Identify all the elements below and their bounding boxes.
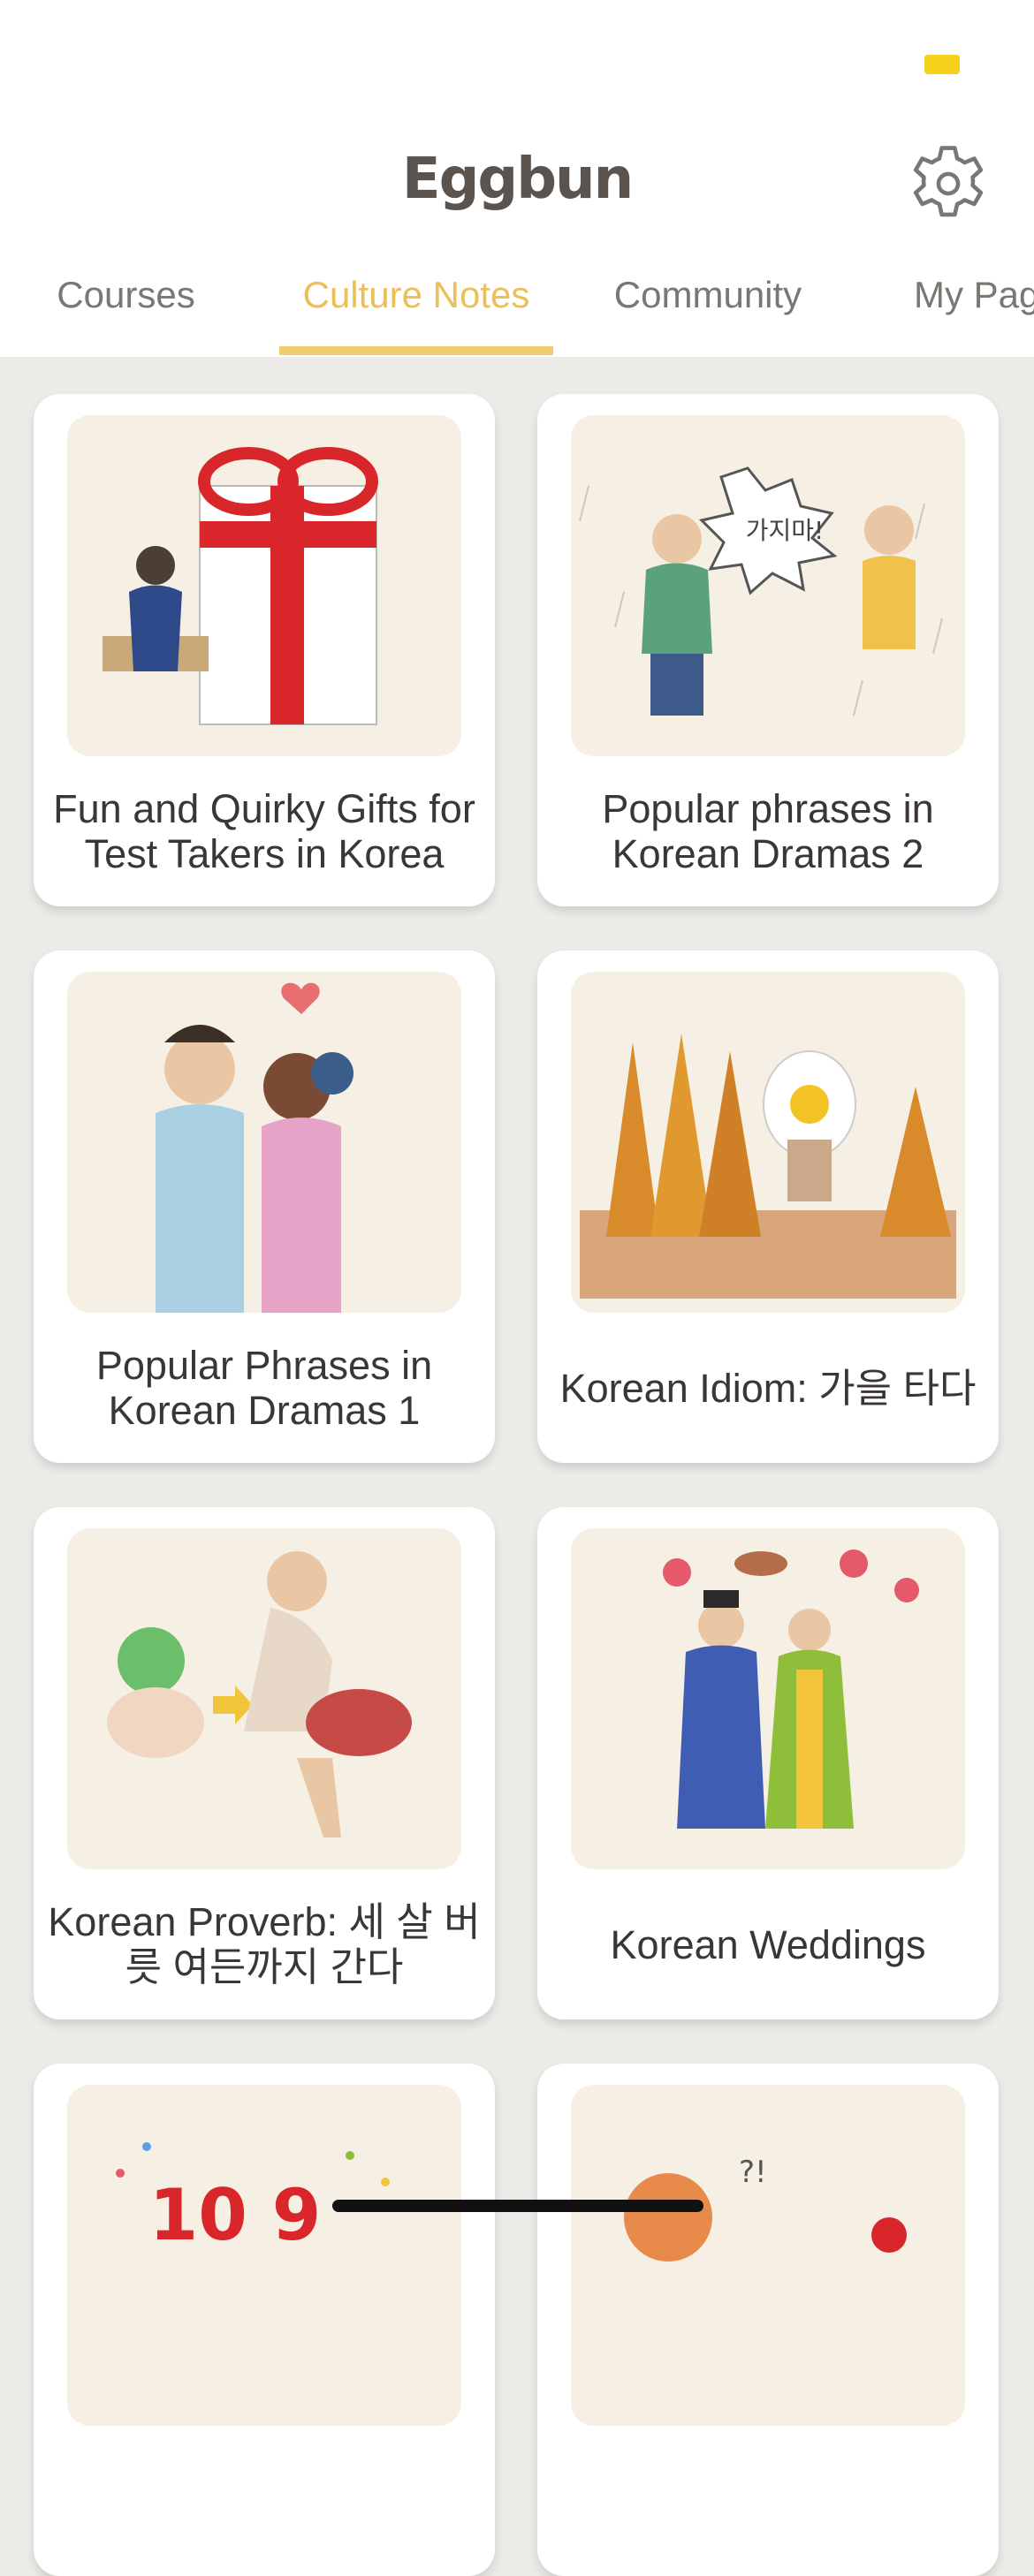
card-title: Popular Phrases in Korean Dramas 1 <box>95 1343 433 1433</box>
rain-scene-illustration: 가지마! <box>571 415 965 756</box>
culture-note-card[interactable]: 10 9 <box>34 2064 495 2576</box>
status-indicator <box>924 55 960 74</box>
tab-bar: Courses Culture Notes Community My Pag <box>0 265 1034 357</box>
settings-button[interactable] <box>906 141 991 226</box>
couple-hug-illustration <box>67 972 461 1313</box>
countdown-text: 10 9 <box>149 2174 322 2256</box>
culture-note-card[interactable]: Popular Phrases in Korean Dramas 1 <box>34 951 495 1463</box>
card-title: Korean Weddings <box>610 1921 926 1967</box>
tab-my-page[interactable]: My Pag <box>884 265 1034 357</box>
tab-culture-notes[interactable]: Culture Notes <box>279 265 553 357</box>
culture-note-card[interactable]: 가지마! Popular phrases in Korean Dramas 2 <box>537 394 999 906</box>
tab-courses[interactable]: Courses <box>35 265 217 357</box>
autumn-trees-illustration <box>571 972 965 1313</box>
card-title <box>546 2435 990 2567</box>
surprise-text: ?! <box>739 2155 767 2190</box>
card-title: Popular phrases in Korean Dramas 2 <box>602 786 934 876</box>
culture-note-card[interactable]: ?! <box>537 2064 999 2576</box>
culture-note-card[interactable]: Korean Proverb: 세 살 버릇 여든까지 간다 <box>34 1507 495 2019</box>
culture-note-card[interactable]: Korean Idiom: 가을 타다 <box>537 951 999 1463</box>
home-indicator[interactable] <box>332 2200 703 2212</box>
traditional-wedding-illustration <box>571 1528 965 1869</box>
gift-box-illustration <box>67 415 461 756</box>
culture-note-card[interactable]: Fun and Quirky Gifts for Test Takers in … <box>34 394 495 906</box>
card-title: Korean Proverb: 세 살 버릇 여든까지 간다 <box>48 1899 481 1989</box>
baby-and-old-man-illustration <box>67 1528 461 1869</box>
card-title: Fun and Quirky Gifts for Test Takers in … <box>53 786 475 876</box>
eggbun-logo: Eggbun <box>401 147 634 212</box>
culture-note-card[interactable]: Korean Weddings <box>537 1507 999 2019</box>
card-title <box>42 2435 486 2567</box>
card-title: Korean Idiom: 가을 타다 <box>559 1365 977 1411</box>
speech-bubble-text: 가지마! <box>746 516 825 545</box>
gear-icon <box>913 146 984 217</box>
surprised-woman-illustration: ?! <box>571 2085 965 2426</box>
active-tab-indicator <box>279 346 553 355</box>
countdown-illustration: 10 9 <box>67 2085 461 2426</box>
tab-community[interactable]: Community <box>597 265 818 357</box>
app-header: Eggbun Courses Culture Notes Community M… <box>0 0 1034 357</box>
